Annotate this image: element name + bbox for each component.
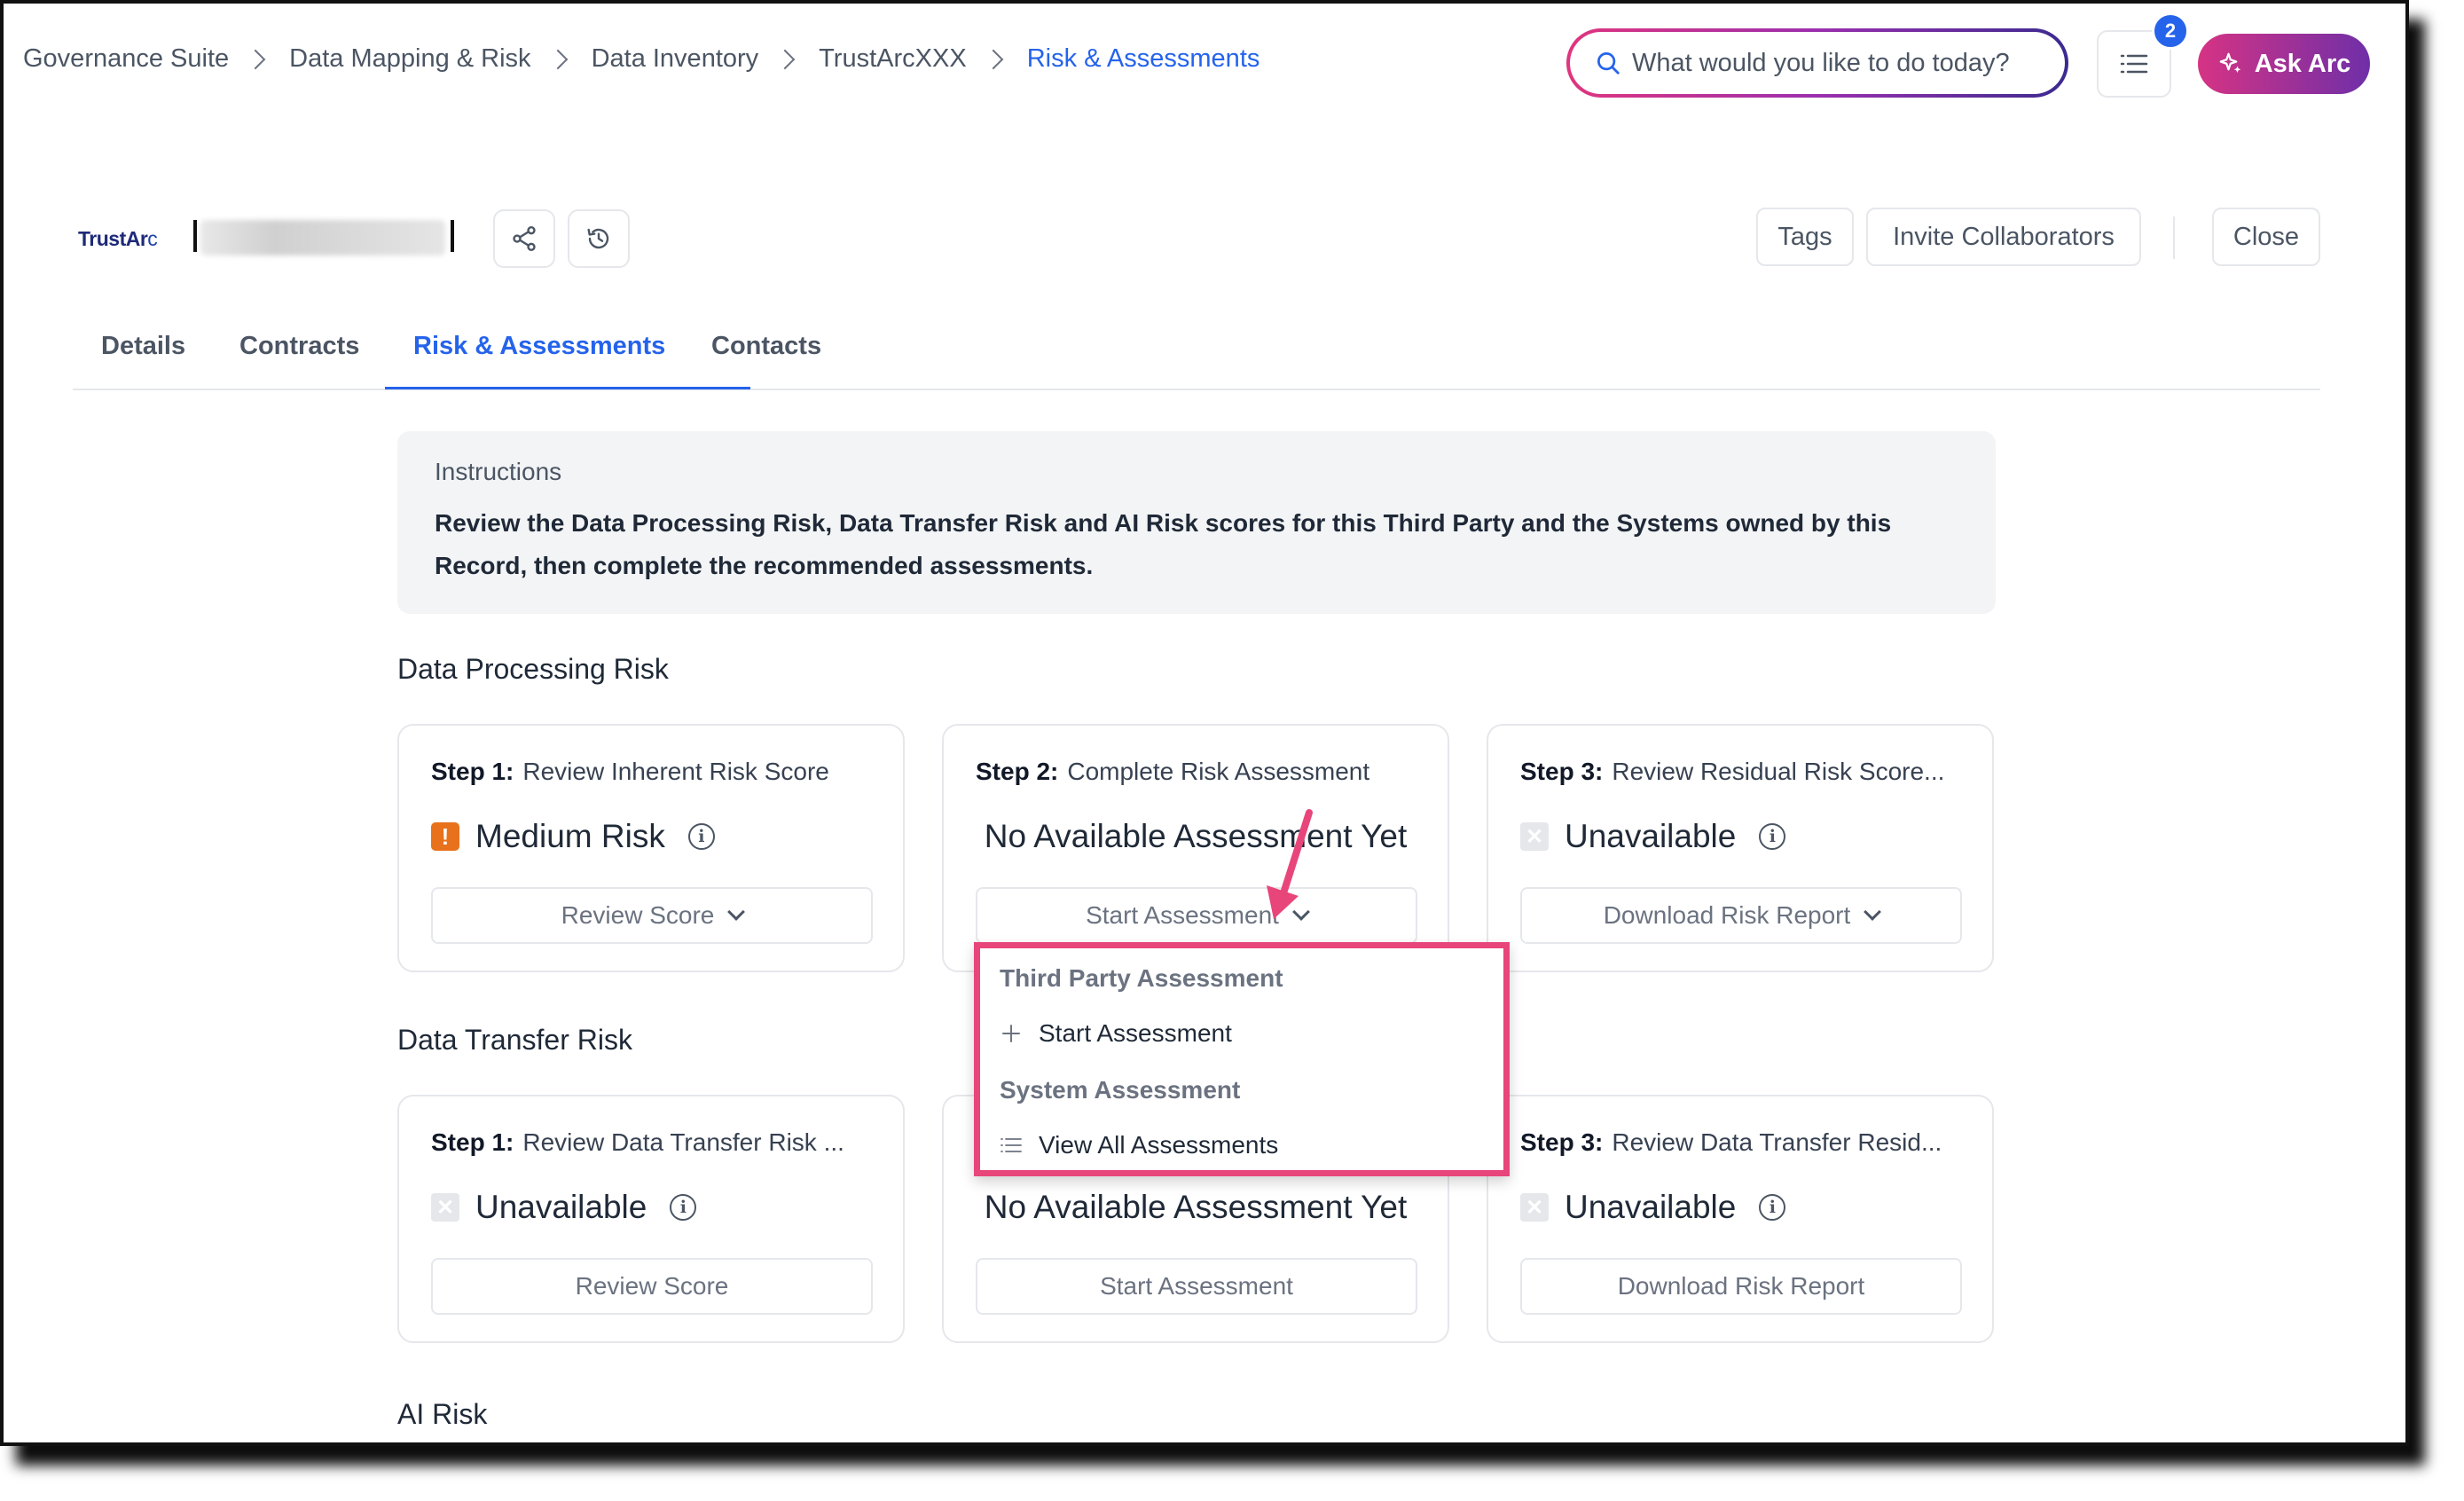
search-input[interactable] [1632, 48, 2022, 78]
chevron-right-icon [245, 49, 266, 69]
tags-button[interactable]: Tags [1756, 208, 1854, 266]
start-assessment-button[interactable]: Start Assessment [976, 1258, 1417, 1315]
instructions-text: Review the Data Processing Risk, Data Tr… [435, 509, 1892, 579]
chevron-down-icon [727, 903, 746, 921]
app-window: Governance Suite Data Mapping & Risk Dat… [0, 0, 2409, 1446]
data-transfer-risk-title: Data Transfer Risk [397, 1024, 632, 1056]
info-icon[interactable]: i [687, 823, 715, 850]
assessment-status: No Available Assessment Yet [984, 818, 1408, 854]
plus-icon [1002, 1025, 1020, 1042]
assessment-status: No Available Assessment Yet [984, 1189, 1408, 1225]
step-label: Step 3: Review Residual Risk Score... [1520, 758, 1945, 785]
chevron-right-icon [547, 49, 568, 69]
search-icon [1597, 52, 1620, 75]
dp-step3-card: Step 3: Review Residual Risk Score... ✕ U… [1487, 724, 1994, 972]
tab-contacts[interactable]: Contacts [711, 332, 821, 361]
tab-risk-assessments[interactable]: Risk & Assessments [413, 332, 665, 361]
ask-arc-label: Ask Arc [2254, 49, 2351, 78]
ask-arc-button[interactable]: Ask Arc [2198, 34, 2370, 94]
breadcrumb-data-mapping-risk[interactable]: Data Mapping & Risk [289, 44, 530, 74]
step-label: Step 2: Complete Risk Assessment [976, 758, 1370, 785]
info-icon[interactable]: i [670, 1194, 697, 1221]
breadcrumb-record[interactable]: TrustArcXXX [819, 44, 967, 74]
list-lines-icon [1001, 1138, 1022, 1152]
step-label: Step 3: Review Data Transfer Resid... [1520, 1128, 1942, 1156]
close-button[interactable]: Close [2212, 208, 2320, 266]
breadcrumb-data-inventory[interactable]: Data Inventory [592, 44, 759, 74]
history-button[interactable] [568, 209, 630, 268]
search-box[interactable] [1566, 28, 2068, 98]
residual-status: ✕ Unavailable i [1520, 818, 1786, 855]
transfer-status: ✕ Unavailable i [431, 1189, 697, 1226]
risk-status: ! Medium Risk i [431, 818, 715, 855]
instructions-title: Instructions [435, 458, 562, 485]
info-icon[interactable]: i [1759, 823, 1786, 850]
breadcrumb-governance-suite[interactable]: Governance Suite [23, 44, 229, 74]
tab-contracts[interactable]: Contracts [239, 332, 359, 361]
chevron-right-icon [983, 49, 1004, 69]
instructions-panel: Instructions Review the Data Processing … [397, 431, 1996, 614]
info-icon[interactable]: i [1759, 1194, 1786, 1221]
data-processing-risk-title: Data Processing Risk [397, 653, 669, 685]
unavailable-icon: ✕ [431, 1193, 459, 1222]
step-label: Step 1: Review Data Transfer Risk ... [431, 1128, 844, 1156]
chevron-right-icon [774, 49, 796, 69]
warning-icon: ! [431, 822, 459, 851]
active-tab-indicator [385, 387, 750, 389]
breadcrumb: Governance Suite Data Mapping & Risk Dat… [23, 44, 1259, 74]
ai-risk-title: AI Risk [397, 1398, 488, 1430]
dp-step2-card: Step 2: Complete Risk Assessment No Avail… [942, 724, 1449, 972]
start-assessment-menu: Third Party Assessment Start Assessment … [974, 942, 1510, 1176]
breadcrumb-current: Risk & Assessments [1026, 44, 1260, 73]
dp-step1-card: Step 1: Review Inherent Risk Score ! Medi… [397, 724, 905, 972]
menu-group-third-party: Third Party Assessment [1000, 964, 1283, 992]
share-icon [513, 226, 536, 251]
trustarc-logo: TrustArc [78, 227, 158, 250]
transfer-residual-status: ✕ Unavailable i [1520, 1189, 1786, 1226]
menu-group-system: System Assessment [1000, 1076, 1241, 1104]
notification-badge: 2 [2152, 12, 2189, 50]
download-risk-report-button[interactable]: Download Risk Report [1520, 887, 1962, 944]
review-score-button[interactable]: Review Score [431, 1258, 873, 1315]
start-assessment-dropdown-button[interactable]: Start Assessment [976, 887, 1417, 944]
annotation-arrow [1267, 809, 1313, 919]
menu-item-start-assessment[interactable]: Start Assessment [1000, 1019, 1232, 1048]
download-risk-report-button[interactable]: Download Risk Report [1520, 1258, 1962, 1315]
chevron-down-icon [1864, 903, 1882, 921]
record-name-redacted [190, 216, 456, 259]
review-score-button[interactable]: Review Score [431, 887, 873, 944]
history-icon [587, 228, 609, 249]
share-button[interactable] [493, 209, 555, 268]
invite-collaborators-button[interactable]: Invite Collaborators [1866, 208, 2141, 266]
divider [2173, 216, 2175, 259]
step-label: Step 1: Review Inherent Risk Score [431, 758, 829, 785]
dt-step1-card: Step 1: Review Data Transfer Risk ... ✕ U… [397, 1095, 905, 1343]
sparkle-icon [2219, 52, 2240, 73]
unavailable-icon: ✕ [1520, 822, 1549, 851]
unavailable-icon: ✕ [1520, 1193, 1549, 1222]
list-icon [2120, 54, 2148, 74]
tab-details[interactable]: Details [101, 332, 185, 361]
dt-step3-card: Step 3: Review Data Transfer Resid... ✕ U… [1487, 1095, 1994, 1343]
record-tabs: Details Contracts Risk & Assessments Con… [73, 316, 2320, 390]
menu-item-view-all-assessments[interactable]: View All Assessments [1000, 1131, 1278, 1159]
